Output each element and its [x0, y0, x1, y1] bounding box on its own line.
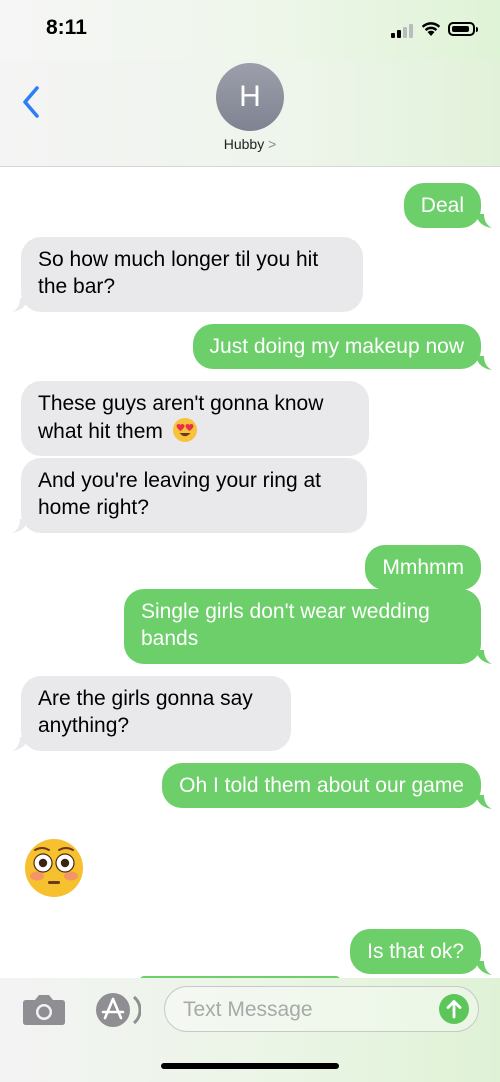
message-text-field[interactable]	[164, 986, 479, 1032]
outgoing-message[interactable]: Single girls don't wear wedding bands	[124, 589, 481, 664]
message-input[interactable]	[181, 995, 425, 1025]
camera-icon[interactable]	[22, 992, 66, 1026]
bubble-tail	[476, 795, 492, 809]
status-bar: 8:11	[0, 0, 500, 60]
bubble-tail	[12, 298, 28, 312]
heart-eyes-emoji	[172, 418, 197, 442]
avatar-initial: H	[239, 80, 261, 113]
home-indicator[interactable]	[161, 1063, 339, 1069]
contact-avatar[interactable]: H	[216, 63, 284, 131]
outgoing-message[interactable]: Just doing my makeup now	[192, 324, 481, 369]
incoming-message[interactable]: These guys aren't gonna know what hit th…	[21, 381, 369, 456]
outgoing-message[interactable]: Oh I told them about our game	[162, 763, 481, 808]
outgoing-message[interactable]: Deal	[403, 183, 481, 228]
message-thread[interactable]: Deal So how much longer til you hit the b…	[0, 166, 500, 978]
status-time: 8:11	[46, 16, 87, 39]
outgoing-message[interactable]: Mmhmm	[365, 545, 481, 590]
incoming-message[interactable]: So how much longer til you hit the bar?	[21, 237, 363, 312]
battery-icon	[448, 22, 478, 36]
chevron-right-icon: >	[268, 136, 277, 152]
bubble-tail	[476, 214, 492, 228]
outgoing-message[interactable]: Is that ok?	[350, 929, 481, 974]
app-store-icon[interactable]	[93, 991, 141, 1029]
incoming-message[interactable]: And you're leaving your ring at home righ…	[21, 458, 367, 533]
send-arrow-icon	[446, 1000, 462, 1019]
bubble-tail	[12, 737, 28, 751]
back-chevron-icon[interactable]	[18, 82, 44, 122]
contact-name-button[interactable]: Hubby >	[0, 136, 500, 152]
bubble-tail	[476, 961, 492, 975]
wifi-icon	[421, 22, 441, 36]
send-button[interactable]	[439, 994, 469, 1024]
cellular-signal-icon	[391, 24, 417, 38]
bubble-tail	[476, 650, 492, 664]
conversation-header: H Hubby >	[0, 60, 500, 167]
contact-name: Hubby	[223, 136, 265, 152]
bubble-tail	[476, 356, 492, 370]
bubble-tail	[12, 519, 28, 533]
incoming-message[interactable]: Are the girls gonna say anything?	[21, 676, 291, 751]
compose-bar	[0, 978, 500, 1082]
flushed-face-emoji[interactable]	[24, 838, 84, 898]
